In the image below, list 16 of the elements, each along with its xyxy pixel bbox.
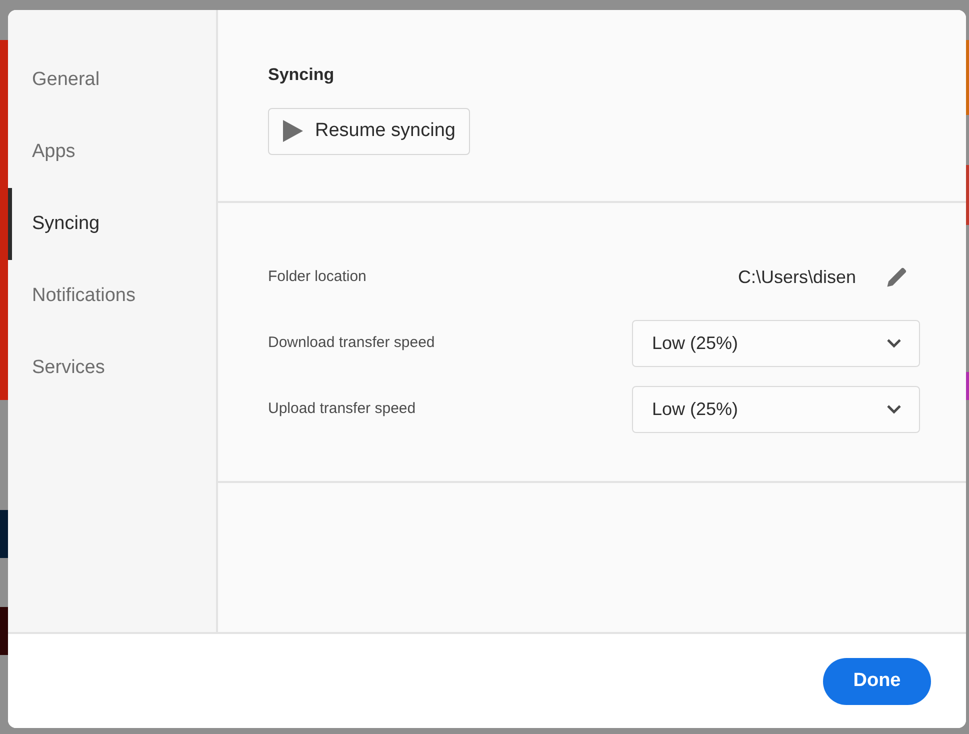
- resume-syncing-button[interactable]: Resume syncing: [268, 108, 470, 154]
- chevron-down-icon: [886, 404, 902, 414]
- sidebar-tab[interactable]: Services: [8, 332, 216, 404]
- sidebar-tab[interactable]: Apps: [8, 116, 216, 188]
- speed-dropdown[interactable]: Low (25%): [632, 386, 920, 432]
- setting-label: Upload transfer speed: [268, 398, 416, 419]
- sidebar-tab[interactable]: Notifications: [8, 260, 216, 332]
- speed-dropdown[interactable]: Low (25%): [632, 320, 920, 366]
- sidebar-tab[interactable]: General: [8, 44, 216, 116]
- done-button[interactable]: Done: [823, 658, 931, 704]
- folder-path: C:\Users\disen: [738, 266, 856, 288]
- play-icon: [283, 120, 303, 142]
- setting-label: Folder location: [268, 266, 366, 287]
- setting-label: Download transfer speed: [268, 332, 435, 353]
- section-title: Syncing: [268, 64, 336, 86]
- chevron-down-icon: [886, 338, 902, 348]
